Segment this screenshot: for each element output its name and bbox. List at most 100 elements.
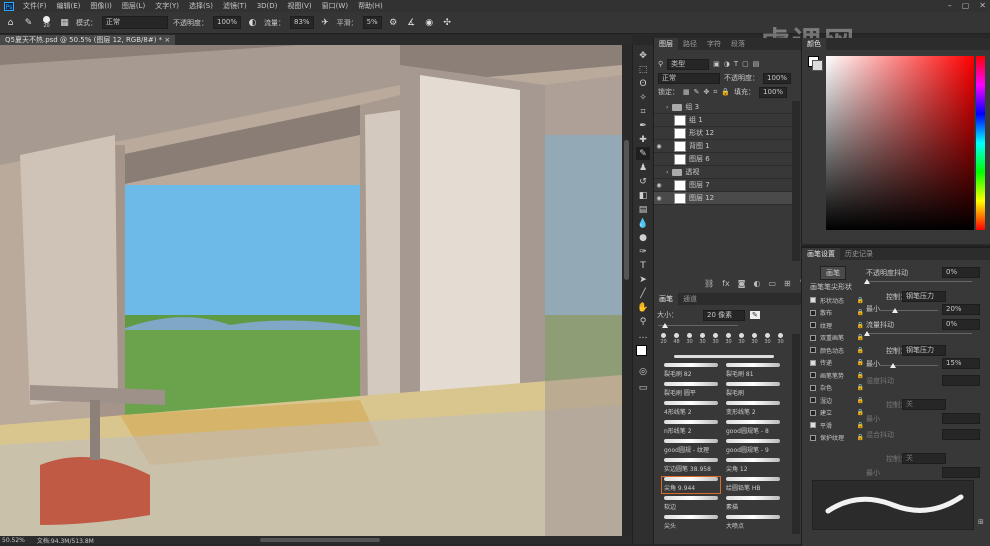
- more-tools-icon[interactable]: …: [636, 329, 650, 342]
- canvas-area[interactable]: [0, 45, 622, 536]
- screen-mode-icon[interactable]: ▭: [636, 381, 650, 394]
- visibility-eye-icon[interactable]: ◉: [654, 195, 664, 202]
- minimum-field-2[interactable]: 15%: [942, 358, 980, 369]
- brush-preset-thumb[interactable]: 30: [736, 332, 747, 350]
- menu-view[interactable]: 视图(V): [287, 1, 311, 11]
- brush-option-checkbox[interactable]: [810, 422, 816, 428]
- brush-option-row[interactable]: 散布 🔒: [802, 307, 864, 319]
- lock-icon[interactable]: 🔒: [857, 359, 864, 366]
- layer-list-scrollbar[interactable]: [792, 101, 800, 261]
- opacity-field[interactable]: 100%: [213, 16, 242, 29]
- opacity-jitter-knob[interactable]: [864, 279, 870, 284]
- lasso-tool-icon[interactable]: ʘ: [636, 77, 650, 90]
- minimum-field-3[interactable]: [942, 413, 980, 424]
- foreground-color-swatch[interactable]: [636, 345, 647, 356]
- brush-preset-picker[interactable]: 20: [40, 16, 53, 29]
- brush-option-label[interactable]: 保护纹理: [820, 433, 857, 442]
- fill-field[interactable]: 100%: [759, 86, 788, 98]
- tab-brushes[interactable]: 画笔: [654, 293, 678, 305]
- adjustment-layer-icon[interactable]: ◐: [753, 279, 760, 288]
- symmetry-icon[interactable]: ✣: [441, 16, 454, 29]
- layer-name[interactable]: 图层 6: [689, 154, 710, 164]
- layer-row[interactable]: 组 1: [654, 114, 792, 127]
- layer-row[interactable]: 图层 6: [654, 153, 792, 166]
- brush-option-label[interactable]: 形状动态: [820, 296, 857, 305]
- brush-preset-thumb[interactable]: 30: [684, 332, 695, 350]
- brush-list-scrollbar[interactable]: [792, 334, 800, 534]
- opacity-jitter-field[interactable]: 0%: [942, 267, 980, 278]
- close-tab-icon[interactable]: ×: [164, 36, 170, 44]
- lock-icon[interactable]: 🔒: [857, 434, 864, 441]
- brush-option-row[interactable]: 传递 🔒: [802, 357, 864, 369]
- brush-tool-active-icon[interactable]: ✎: [636, 147, 650, 160]
- brush-item[interactable]: good圆规 - 纹理: [662, 439, 720, 455]
- layer-row[interactable]: ◉ 图层 7: [654, 179, 792, 192]
- new-layer-icon[interactable]: ⊞: [784, 279, 791, 288]
- minimum-slider-1[interactable]: [880, 310, 938, 311]
- minimum-field-4[interactable]: [942, 467, 980, 478]
- layer-name[interactable]: 图层 7: [689, 180, 710, 190]
- angle-icon[interactable]: ∡: [405, 16, 418, 29]
- crop-tool-icon[interactable]: ⌗: [636, 105, 650, 118]
- link-layers-icon[interactable]: ⛓: [704, 279, 714, 288]
- control-select-3[interactable]: 关: [902, 399, 946, 410]
- line-tool-icon[interactable]: ╱: [636, 287, 650, 300]
- brush-item[interactable]: 实边圆笔 38.958: [662, 458, 720, 474]
- lock-icon[interactable]: 🔒: [857, 409, 864, 416]
- new-preset-icon[interactable]: ⊞: [978, 518, 984, 526]
- visibility-eye-icon[interactable]: ◉: [654, 182, 664, 189]
- flow-jitter-field[interactable]: 0%: [942, 319, 980, 330]
- dodge-tool-icon[interactable]: ●: [636, 231, 650, 244]
- lock-artboard-icon[interactable]: ⌗: [713, 88, 717, 97]
- brush-option-row[interactable]: 双重画笔 🔒: [802, 332, 864, 344]
- maximize-icon[interactable]: ▢: [962, 1, 970, 10]
- brush-option-row[interactable]: 平滑 🔒: [802, 419, 864, 431]
- brush-option-row[interactable]: 画笔笔势 🔒: [802, 369, 864, 381]
- pressure-opacity-icon[interactable]: ◐: [246, 16, 259, 29]
- document-tab[interactable]: Q5夏天不热.psd @ 50.5% (图层 12, RGB/8#) * ×: [0, 35, 176, 45]
- document-info[interactable]: 文档:94.3M/513.8M: [37, 536, 94, 545]
- tab-brush-settings[interactable]: 画笔设置: [802, 248, 840, 260]
- layer-row[interactable]: › 透视: [654, 166, 792, 179]
- brush-preset-thumb[interactable]: 48: [671, 332, 682, 350]
- brush-option-label[interactable]: 颜色动态: [820, 346, 857, 355]
- tab-character[interactable]: 字符: [702, 38, 726, 50]
- brush-item[interactable]: 尖角 9.944: [661, 476, 721, 494]
- layer-name[interactable]: 透视: [685, 167, 699, 177]
- filter-pixel-icon[interactable]: ▣: [713, 60, 720, 68]
- brush-item[interactable]: 绘圆铅笔 HB: [724, 477, 782, 493]
- lock-position-icon[interactable]: ✥: [704, 88, 710, 96]
- flow-jitter-slider[interactable]: [866, 333, 972, 334]
- blend-mode-select[interactable]: 正常: [658, 72, 720, 84]
- brush-option-row[interactable]: 湿边 🔒: [802, 394, 864, 406]
- brush-item[interactable]: 尖头: [662, 515, 720, 531]
- path-selection-tool-icon[interactable]: ➤: [636, 273, 650, 286]
- opacity-jitter-slider[interactable]: [866, 281, 972, 282]
- marquee-tool-icon[interactable]: ⬚: [636, 63, 650, 76]
- lock-icon[interactable]: 🔒: [857, 372, 864, 379]
- layer-row[interactable]: › 组 3: [654, 101, 792, 114]
- eraser-tool-icon[interactable]: ◧: [636, 189, 650, 202]
- lock-icon[interactable]: 🔒: [857, 397, 864, 404]
- brush-item[interactable]: 裂毛刷 圆平: [662, 382, 720, 398]
- menu-file[interactable]: 文件(F): [23, 1, 47, 11]
- layer-name[interactable]: 背图 1: [689, 141, 710, 151]
- brush-option-row[interactable]: 颜色动态 🔒: [802, 344, 864, 356]
- brush-option-checkbox[interactable]: [810, 334, 816, 341]
- photoshop-app-icon[interactable]: Ps: [4, 1, 14, 11]
- brush-item[interactable]: 素描: [724, 496, 782, 512]
- layer-name[interactable]: 组 3: [685, 102, 699, 112]
- filter-type-icon[interactable]: T: [734, 60, 738, 68]
- zoom-tool-icon[interactable]: ⚲: [636, 315, 650, 328]
- brush-preset-thumb[interactable]: 30: [749, 332, 760, 350]
- home-icon[interactable]: ⌂: [4, 16, 17, 29]
- magic-wand-tool-icon[interactable]: ✧: [636, 91, 650, 104]
- layer-row[interactable]: ◉ 背图 1: [654, 140, 792, 153]
- mode-select[interactable]: 正常: [102, 16, 168, 29]
- pen-tool-icon[interactable]: ✑: [636, 245, 650, 258]
- layer-kind-select[interactable]: 类型: [667, 58, 710, 70]
- blur-tool-icon[interactable]: 💧: [636, 217, 650, 230]
- minimize-icon[interactable]: –: [948, 1, 952, 10]
- menu-edit[interactable]: 编辑(E): [57, 1, 81, 11]
- filter-smart-icon[interactable]: ▤: [753, 60, 760, 68]
